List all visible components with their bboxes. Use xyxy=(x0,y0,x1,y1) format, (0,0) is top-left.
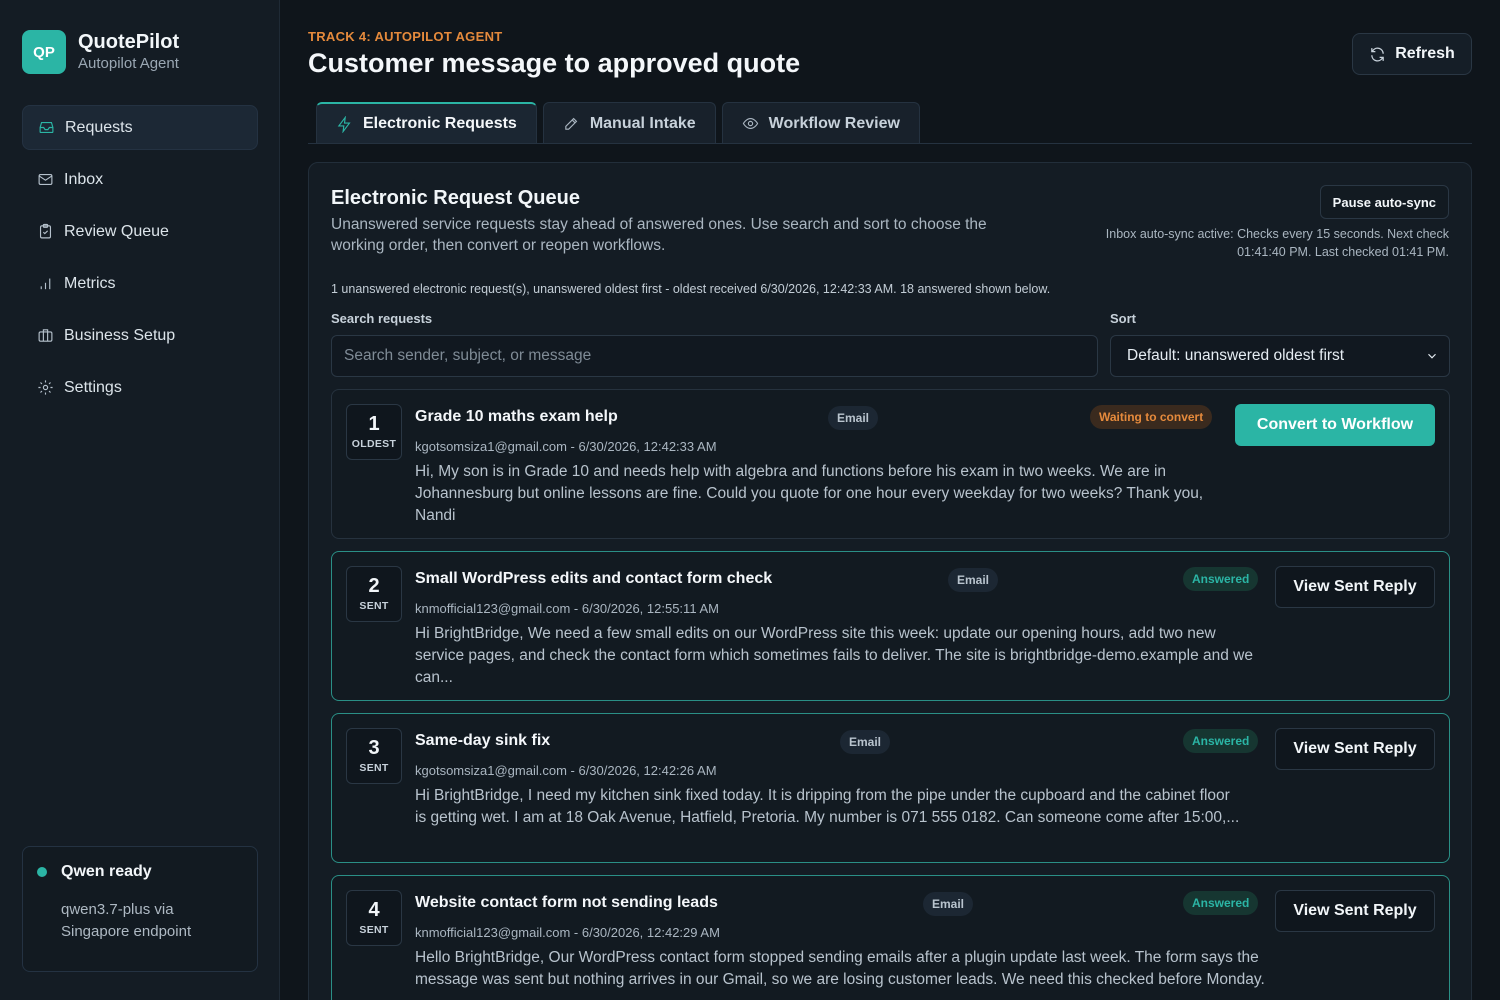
request-meta: knmofficial123@gmail.com - 6/30/2026, 12… xyxy=(415,925,720,940)
bar-chart-icon xyxy=(36,275,54,293)
chevron-down-icon xyxy=(1425,349,1439,363)
sidebar-item-review-queue[interactable]: Review Queue xyxy=(22,209,258,254)
request-meta: kgotsomsiza1@gmail.com - 6/30/2026, 12:4… xyxy=(415,763,717,778)
request-number: 4 xyxy=(368,899,380,921)
sidebar-item-metrics[interactable]: Metrics xyxy=(22,261,258,306)
brand[interactable]: QP QuotePilot Autopilot Agent xyxy=(22,30,179,74)
sidebar: QP QuotePilot Autopilot Agent Requests I… xyxy=(0,0,280,1000)
main-content: TRACK 4: AUTOPILOT AGENT Customer messag… xyxy=(308,0,1472,1000)
lightning-icon xyxy=(337,115,351,133)
sidebar-item-requests[interactable]: Requests xyxy=(22,105,258,150)
briefcase-icon xyxy=(36,327,54,345)
sort-select[interactable]: Default: unanswered oldest first xyxy=(1110,335,1450,377)
brand-logo: QP xyxy=(22,30,66,74)
request-tag: SENT xyxy=(359,762,389,774)
status-title: Qwen ready xyxy=(61,863,152,880)
tab-label: Manual Intake xyxy=(589,114,696,132)
request-message: Hi, My son is in Grade 10 and needs help… xyxy=(415,463,1204,524)
request-tag: SENT xyxy=(359,600,389,612)
sidebar-item-label: Review Queue xyxy=(64,222,169,240)
sidebar-item-label: Inbox xyxy=(64,170,104,188)
request-number: 2 xyxy=(368,575,380,597)
sidebar-item-inbox[interactable]: Inbox xyxy=(22,157,258,202)
sidebar-item-label: Metrics xyxy=(64,274,116,292)
request-number: 3 xyxy=(368,737,380,759)
sidebar-item-settings[interactable]: Settings xyxy=(22,365,258,410)
refresh-icon xyxy=(1371,47,1385,61)
request-card[interactable]: 2 SENT Small WordPress edits and contact… xyxy=(331,551,1450,701)
refresh-label: Refresh xyxy=(1395,45,1455,62)
sort-label: Sort xyxy=(1110,311,1136,326)
tab-workflow-review[interactable]: Workflow Review xyxy=(721,102,920,144)
channel-chip: Email xyxy=(923,892,974,916)
sidebar-item-label: Requests xyxy=(65,118,133,136)
brand-name: QuotePilot xyxy=(78,31,180,53)
request-meta: kgotsomsiza1@gmail.com - 6/30/2026, 12:4… xyxy=(415,439,717,454)
tab-divider xyxy=(308,143,1472,144)
request-card[interactable]: 4 SENT Website contact form not sending … xyxy=(331,875,1450,1000)
tab-electronic-requests[interactable]: Electronic Requests xyxy=(316,102,537,144)
page-title: Customer message to approved quote xyxy=(308,48,801,78)
tab-bar: Electronic Requests Manual Intake Workfl… xyxy=(316,102,926,144)
sync-status-note: Inbox auto-sync active: Checks every 15 … xyxy=(1105,227,1449,259)
request-card[interactable]: 1 OLDEST Grade 10 maths exam help Email … xyxy=(331,389,1450,539)
status-badge: Answered xyxy=(1183,567,1259,591)
request-rank: 4 SENT xyxy=(346,890,402,946)
request-number: 1 xyxy=(368,413,380,435)
status-badge: Waiting to convert xyxy=(1090,405,1213,429)
request-rank: 1 OLDEST xyxy=(346,404,402,460)
request-rank: 2 SENT xyxy=(346,566,402,622)
sidebar-item-label: Business Setup xyxy=(64,326,176,344)
sort-value: Default: unanswered oldest first xyxy=(1127,347,1345,364)
request-title: Website contact form not sending leads xyxy=(415,894,718,911)
refresh-button[interactable]: Refresh xyxy=(1352,33,1472,75)
search-label: Search requests xyxy=(331,311,433,326)
sidebar-item-business-setup[interactable]: Business Setup xyxy=(22,313,258,358)
eye-icon xyxy=(742,117,758,130)
sidebar-nav: Requests Inbox Review Queue Metrics Busi… xyxy=(22,105,258,417)
pause-auto-sync-button[interactable]: Pause auto-sync xyxy=(1319,185,1449,219)
clipboard-check-icon xyxy=(36,223,54,241)
search-input[interactable] xyxy=(331,335,1098,377)
view-sent-reply-button[interactable]: View Sent Reply xyxy=(1275,566,1435,608)
tab-label: Workflow Review xyxy=(768,114,900,132)
channel-chip: Email xyxy=(828,406,879,430)
status-line: Singapore endpoint xyxy=(61,923,192,940)
request-message: Hi BrightBridge, I need my kitchen sink … xyxy=(415,787,1240,826)
gear-icon xyxy=(36,379,54,397)
status-badge: Answered xyxy=(1183,891,1259,915)
view-sent-reply-button[interactable]: View Sent Reply xyxy=(1275,728,1435,770)
tab-label: Electronic Requests xyxy=(363,115,517,132)
inbox-tray-icon xyxy=(37,119,55,137)
channel-chip: Email xyxy=(840,730,891,754)
status-dot xyxy=(37,867,47,877)
mail-icon xyxy=(36,171,54,189)
request-queue-panel: Electronic Request Queue Unanswered serv… xyxy=(308,162,1472,1000)
sidebar-item-label: Settings xyxy=(64,378,122,396)
request-rank: 3 SENT xyxy=(346,728,402,784)
queue-summary: 1 unanswered electronic request(s), unan… xyxy=(331,282,1051,296)
request-title: Same-day sink fix xyxy=(415,732,551,749)
model-status-card: Qwen ready qwen3.7-plus via Singapore en… xyxy=(22,846,258,972)
channel-chip: Email xyxy=(948,568,999,592)
tab-manual-intake[interactable]: Manual Intake xyxy=(542,102,716,144)
request-title: Small WordPress edits and contact form c… xyxy=(415,570,773,587)
panel-title: Electronic Request Queue xyxy=(331,187,580,209)
request-title: Grade 10 maths exam help xyxy=(415,408,618,425)
request-message: Hello BrightBridge, Our WordPress contac… xyxy=(415,949,1265,988)
status-line: qwen3.7-plus via xyxy=(61,901,174,918)
request-card[interactable]: 3 SENT Same-day sink fix Email Answered … xyxy=(331,713,1450,863)
request-message: Hi BrightBridge, We need a few small edi… xyxy=(415,625,1253,686)
page-eyebrow: TRACK 4: AUTOPILOT AGENT xyxy=(308,29,503,44)
status-badge: Answered xyxy=(1183,729,1259,753)
request-tag: SENT xyxy=(359,924,389,936)
view-sent-reply-button[interactable]: View Sent Reply xyxy=(1275,890,1435,932)
request-meta: knmofficial123@gmail.com - 6/30/2026, 12… xyxy=(415,601,719,616)
convert-to-workflow-button[interactable]: Convert to Workflow xyxy=(1235,404,1435,446)
brand-subtitle: Autopilot Agent xyxy=(78,55,179,72)
pencil-icon xyxy=(565,117,578,130)
panel-description: Unanswered service requests stay ahead o… xyxy=(331,216,987,254)
request-tag: OLDEST xyxy=(351,438,397,450)
